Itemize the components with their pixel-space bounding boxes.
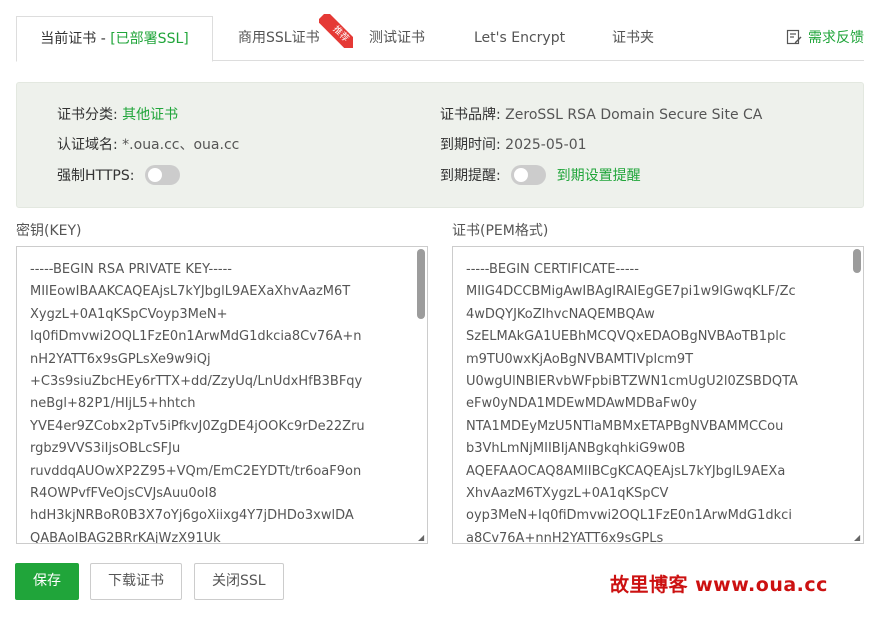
key-scrollbar[interactable] [417, 249, 425, 539]
category-row: 证书分类: 其他证书 [57, 105, 178, 125]
tab-commercial-ssl[interactable]: 商用SSL证书 [238, 16, 320, 61]
resize-handle-icon[interactable]: ◢ [418, 534, 426, 542]
tab-current-label: 当前证书 - [40, 31, 111, 47]
feedback-label: 需求反馈 [808, 30, 864, 46]
category-label: 证书分类: [57, 107, 118, 123]
domain-value: *.oua.cc、oua.cc [122, 137, 240, 153]
domain-row: 认证域名: *.oua.cc、oua.cc [57, 135, 239, 155]
recommend-badge: 推荐 [319, 14, 353, 48]
tab-letsencrypt[interactable]: Let's Encrypt [474, 16, 565, 61]
cert-textarea[interactable]: -----BEGIN CERTIFICATE----- MIIG4DCCBMig… [452, 246, 864, 544]
expire-label: 到期时间: [440, 137, 501, 153]
expire-remind-toggle[interactable] [511, 165, 547, 185]
expire-row: 到期时间: 2025-05-01 [440, 135, 587, 155]
key-content: -----BEGIN RSA PRIVATE KEY----- MIIEowIB… [30, 262, 365, 544]
deployed-status: [已部署SSL] [110, 31, 189, 47]
tab-bar: 当前证书 - [已部署SSL] 商用SSL证书 推荐 测试证书 Let's En… [16, 14, 864, 62]
remind-row: 到期提醒: 到期设置提醒 [440, 165, 641, 185]
save-button[interactable]: 保存 [15, 563, 79, 600]
feedback-link[interactable]: 需求反馈 [786, 16, 864, 61]
key-scroll-thumb[interactable] [417, 249, 425, 319]
tab-test-certificate[interactable]: 测试证书 [369, 16, 425, 61]
brand-value: ZeroSSL RSA Domain Secure Site CA [505, 107, 763, 123]
https-row: 强制HTTPS: [57, 165, 180, 185]
domain-label: 认证域名: [57, 137, 118, 153]
key-label: 密钥(KEY) [16, 223, 82, 239]
remind-label: 到期提醒: [440, 168, 501, 184]
tab-certificate-folder[interactable]: 证书夹 [612, 16, 654, 61]
expire-value: 2025-05-01 [505, 137, 587, 153]
brand-label: 证书品牌: [440, 107, 501, 123]
https-label: 强制HTTPS: [57, 168, 135, 184]
close-ssl-button[interactable]: 关闭SSL [194, 563, 284, 600]
resize-handle-icon[interactable]: ◢ [854, 534, 862, 542]
edit-icon [786, 29, 802, 45]
brand-row: 证书品牌: ZeroSSL RSA Domain Secure Site CA [440, 105, 762, 125]
cert-scroll-thumb[interactable] [853, 249, 861, 273]
category-value: 其他证书 [122, 107, 179, 123]
tab-current-certificate[interactable]: 当前证书 - [已部署SSL] [16, 16, 213, 62]
certificate-info-panel: 证书分类: 其他证书 证书品牌: ZeroSSL RSA Domain Secu… [16, 82, 864, 208]
cert-content: -----BEGIN CERTIFICATE----- MIIG4DCCBMig… [466, 262, 798, 544]
remind-settings-link[interactable]: 到期设置提醒 [557, 168, 641, 184]
cert-scrollbar[interactable] [853, 249, 861, 539]
force-https-toggle[interactable] [144, 165, 180, 185]
cert-label: 证书(PEM格式) [452, 223, 549, 239]
key-textarea[interactable]: -----BEGIN RSA PRIVATE KEY----- MIIEowIB… [16, 246, 428, 544]
watermark: 故里博客 www.oua.cc [610, 574, 828, 596]
download-certificate-button[interactable]: 下载证书 [90, 563, 182, 600]
